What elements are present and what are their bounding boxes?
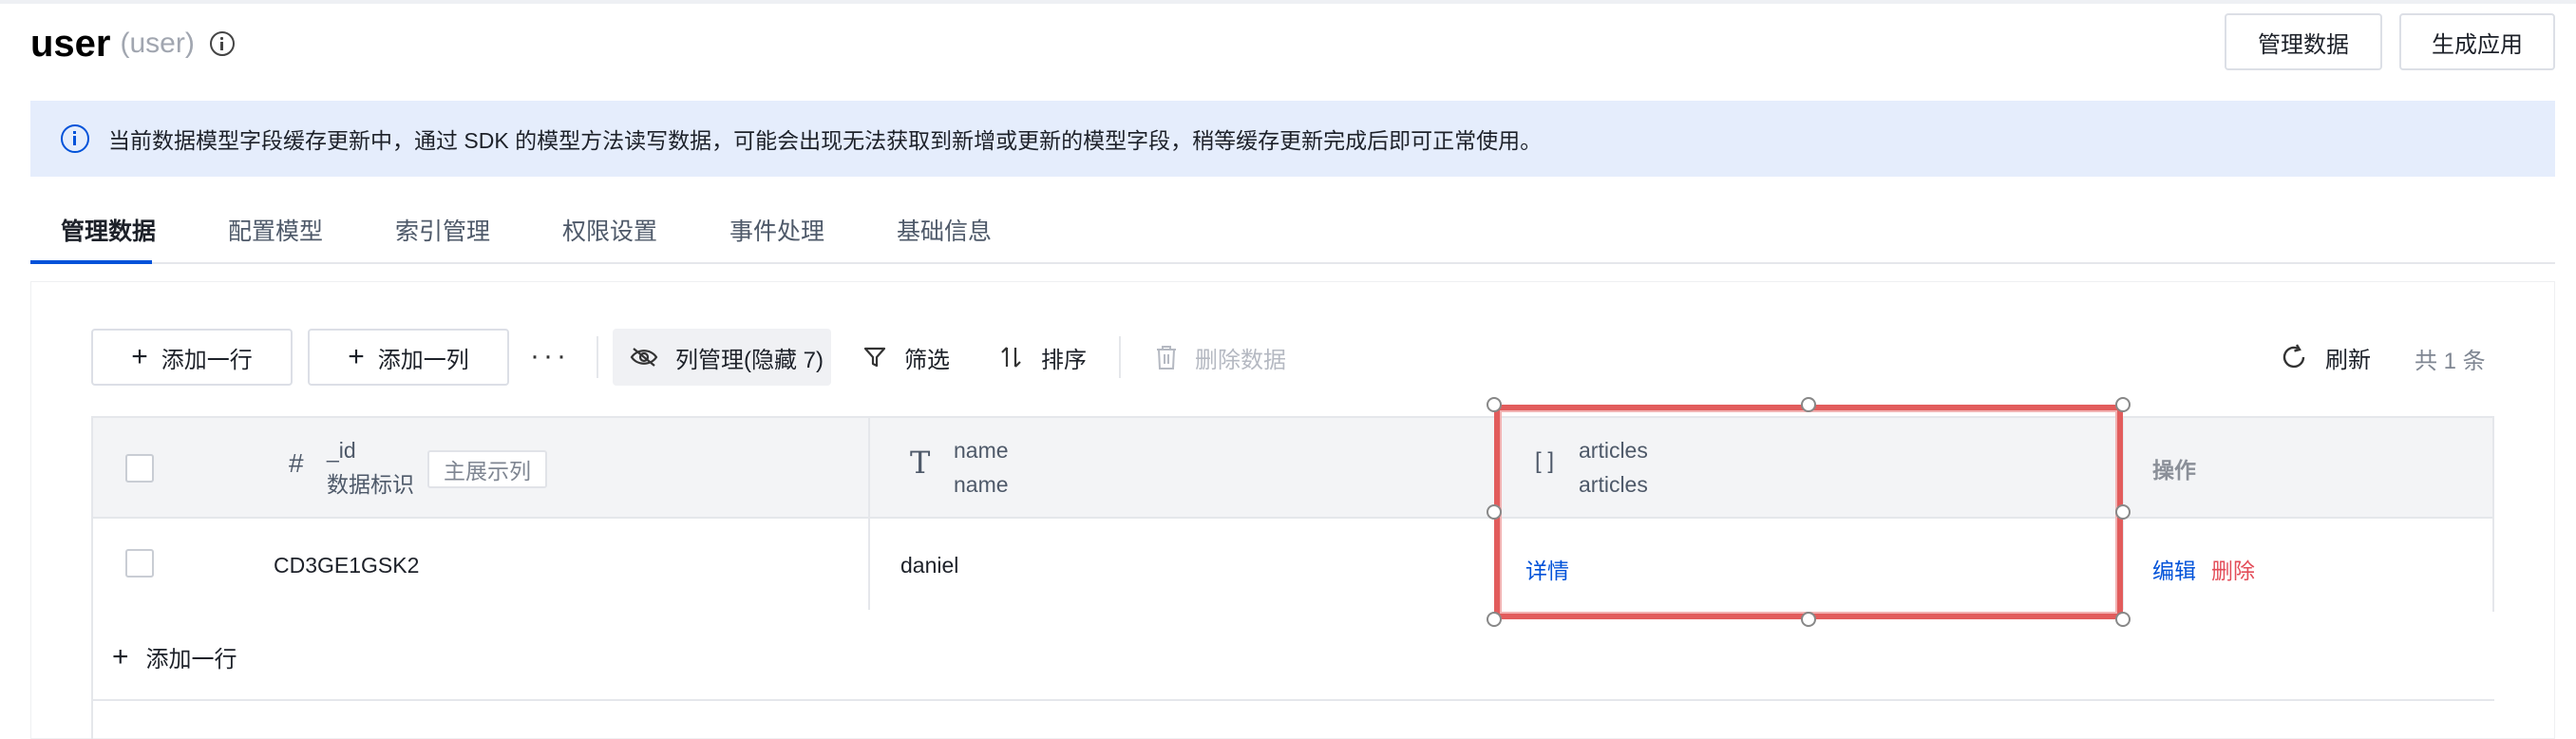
eye-hidden-icon bbox=[630, 348, 658, 367]
add-column-button[interactable]: + 添加一列 bbox=[308, 329, 509, 386]
resize-handle[interactable] bbox=[2115, 397, 2131, 412]
delete-link[interactable]: 删除 bbox=[2211, 553, 2255, 585]
sort-icon bbox=[1001, 347, 1021, 368]
refresh-button[interactable]: 刷新 bbox=[2280, 340, 2371, 374]
refresh-icon bbox=[2282, 344, 2305, 369]
plus-icon: + bbox=[112, 640, 129, 673]
toolbar-divider bbox=[1119, 336, 1121, 378]
more-icon[interactable]: ··· bbox=[530, 340, 570, 372]
column-manage-label: 列管理(隐藏 7) bbox=[675, 347, 824, 373]
primary-column-badge: 主展示列 bbox=[427, 450, 547, 488]
delete-data-label: 删除数据 bbox=[1195, 347, 1286, 373]
info-icon bbox=[61, 124, 89, 153]
tab-index-manage[interactable]: 索引管理 bbox=[395, 213, 490, 262]
sort-label: 排序 bbox=[1041, 347, 1087, 373]
manage-data-button[interactable]: 管理数据 bbox=[2225, 13, 2382, 70]
resize-handle[interactable] bbox=[1487, 397, 1502, 412]
tab-basic-info[interactable]: 基础信息 bbox=[897, 213, 992, 262]
add-row-label: 添加一行 bbox=[161, 347, 253, 373]
resize-handle[interactable] bbox=[2115, 504, 2131, 520]
total-count: 共 1 条 bbox=[2415, 349, 2486, 374]
resize-handle[interactable] bbox=[1487, 612, 1502, 627]
add-column-label: 添加一列 bbox=[377, 347, 469, 373]
column-separator bbox=[868, 418, 870, 610]
info-icon[interactable] bbox=[209, 31, 235, 56]
page-header: user (user) bbox=[30, 17, 235, 70]
generate-app-button[interactable]: 生成应用 bbox=[2399, 13, 2555, 70]
table-left-border bbox=[91, 612, 93, 739]
refresh-label: 刷新 bbox=[2325, 347, 2371, 373]
tab-manage-data[interactable]: 管理数据 bbox=[61, 213, 156, 262]
plus-icon: + bbox=[131, 341, 148, 372]
column-header-id-field: _id bbox=[327, 438, 356, 463]
tab-config-model[interactable]: 配置模型 bbox=[228, 213, 323, 262]
filter-label: 筛选 bbox=[904, 347, 950, 373]
page-title: user bbox=[30, 22, 111, 65]
resize-handle[interactable] bbox=[2115, 612, 2131, 627]
tab-bar: 管理数据 配置模型 索引管理 权限设置 事件处理 基础信息 bbox=[30, 213, 2555, 264]
filter-icon bbox=[863, 347, 886, 368]
column-header-name-label: name bbox=[954, 472, 1009, 497]
text-type-icon: T bbox=[910, 445, 931, 481]
tab-permission[interactable]: 权限设置 bbox=[562, 213, 657, 262]
data-table: # _id 数据标识 主展示列 T name name [ ] articles… bbox=[91, 416, 2494, 612]
toolbar-divider bbox=[597, 336, 598, 378]
table-row: CD3GE1GSK2 daniel 详情 编辑 删除 bbox=[93, 519, 2492, 612]
filter-button[interactable]: 筛选 bbox=[862, 340, 950, 374]
active-tab-indicator bbox=[30, 260, 152, 264]
tab-event-handling[interactable]: 事件处理 bbox=[729, 213, 824, 262]
resize-handle[interactable] bbox=[1801, 612, 1816, 627]
column-selection-highlight bbox=[1494, 405, 2123, 619]
footer-add-row-label: 添加一行 bbox=[145, 647, 237, 673]
resize-handle[interactable] bbox=[1801, 397, 1816, 412]
add-row-button[interactable]: + 添加一行 bbox=[91, 329, 293, 386]
edit-link[interactable]: 编辑 bbox=[2152, 553, 2196, 585]
cell-id: CD3GE1GSK2 bbox=[274, 553, 420, 578]
table-bottom-border bbox=[91, 699, 2494, 701]
resize-handle[interactable] bbox=[1487, 504, 1502, 520]
sort-button[interactable]: 排序 bbox=[999, 340, 1087, 374]
column-header-actions: 操作 bbox=[2152, 458, 2196, 483]
column-header-name-field: name bbox=[954, 438, 1009, 463]
notice-text: 当前数据模型字段缓存更新中，通过 SDK 的模型方法读写数据，可能会出现无法获取… bbox=[108, 128, 1543, 153]
page-subtitle: (user) bbox=[120, 28, 195, 59]
number-type-icon: # bbox=[289, 448, 304, 478]
column-manage-button[interactable]: 列管理(隐藏 7) bbox=[613, 329, 831, 386]
select-all-checkbox[interactable] bbox=[125, 454, 154, 483]
footer-add-row-button[interactable]: + 添加一行 bbox=[112, 640, 237, 673]
row-checkbox[interactable] bbox=[125, 549, 154, 578]
table-header: # _id 数据标识 主展示列 T name name [ ] articles… bbox=[93, 418, 2492, 519]
cell-name: daniel bbox=[900, 553, 959, 578]
delete-data-button[interactable]: 删除数据 bbox=[1155, 340, 1286, 374]
plus-icon: + bbox=[348, 341, 365, 372]
notice-banner: 当前数据模型字段缓存更新中，通过 SDK 的模型方法读写数据，可能会出现无法获取… bbox=[30, 101, 2555, 177]
column-header-id-label: 数据标识 bbox=[327, 472, 414, 497]
trash-icon bbox=[1157, 346, 1176, 370]
top-border bbox=[0, 0, 2576, 4]
